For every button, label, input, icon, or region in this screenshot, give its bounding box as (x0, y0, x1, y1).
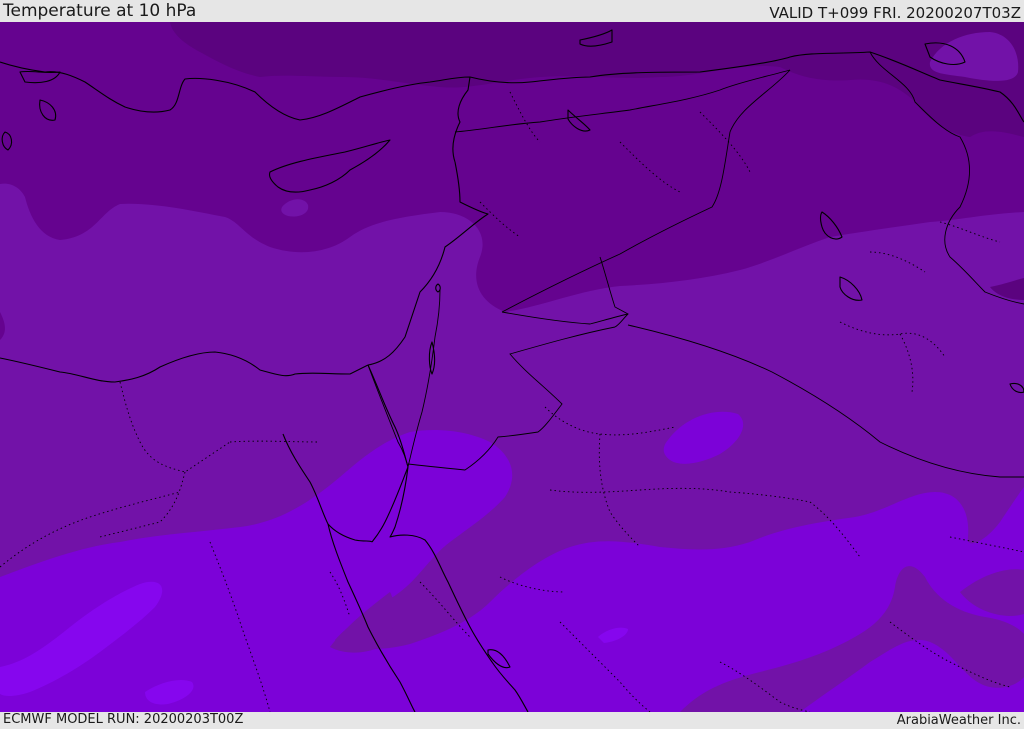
model-run-label: ECMWF MODEL RUN: 20200203T00Z (3, 712, 244, 727)
map-title: Temperature at 10 hPa (3, 1, 197, 21)
header-bar: Temperature at 10 hPa VALID T+099 FRI. 2… (0, 0, 1024, 22)
footer-bar: ECMWF MODEL RUN: 20200203T00Z ArabiaWeat… (0, 712, 1024, 729)
credit-label: ArabiaWeather Inc. (896, 713, 1021, 728)
map-frame: Temperature at 10 hPa VALID T+099 FRI. 2… (0, 0, 1024, 729)
valid-time-label: VALID T+099 FRI. 20200207T03Z (769, 4, 1021, 22)
temperature-map (0, 22, 1024, 712)
